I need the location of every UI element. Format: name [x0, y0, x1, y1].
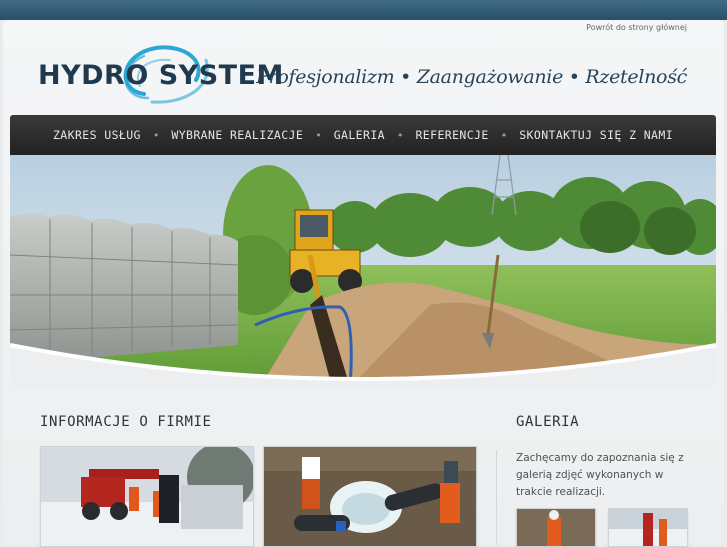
nav-separator: •: [500, 128, 508, 142]
info-photo-1[interactable]: [40, 446, 254, 547]
nav-item-gallery[interactable]: GALERIA: [330, 128, 389, 142]
gallery-thumb-1[interactable]: [516, 508, 596, 547]
nav-separator: •: [396, 128, 404, 142]
nav-item-contact[interactable]: SKONTAKTUJ SIĘ Z NAMI: [515, 128, 677, 142]
gallery-section-title: GALERIA: [516, 414, 580, 430]
info-section-title: INFORMACJE O FIRMIE: [40, 414, 212, 430]
slogan: Profesjonalizm • Zaangażowanie • Rzeteln…: [256, 66, 687, 88]
nav-item-projects[interactable]: WYBRANE REALIZACJE: [167, 128, 307, 142]
nav-item-services[interactable]: ZAKRES USŁUG: [49, 128, 145, 142]
back-to-home-link[interactable]: Powrót do strony głównej: [586, 23, 687, 32]
gallery-thumb-2[interactable]: [608, 508, 688, 547]
logo[interactable]: HYDRO SYSTEM: [36, 40, 283, 106]
nav-separator: •: [315, 128, 322, 142]
info-photo-2[interactable]: [263, 446, 477, 547]
top-bar: [0, 0, 727, 20]
gallery-description: Zachęcamy do zapoznania się z galerią zd…: [516, 452, 684, 498]
main-nav: ZAKRES USŁUG • WYBRANE REALIZACJE • GALE…: [10, 115, 716, 155]
nav-separator: •: [152, 128, 160, 142]
banner-image: [10, 155, 716, 387]
logo-text: HYDRO SYSTEM: [38, 60, 284, 91]
column-divider: [496, 450, 497, 545]
nav-item-references[interactable]: REFERENCJE: [411, 128, 492, 142]
